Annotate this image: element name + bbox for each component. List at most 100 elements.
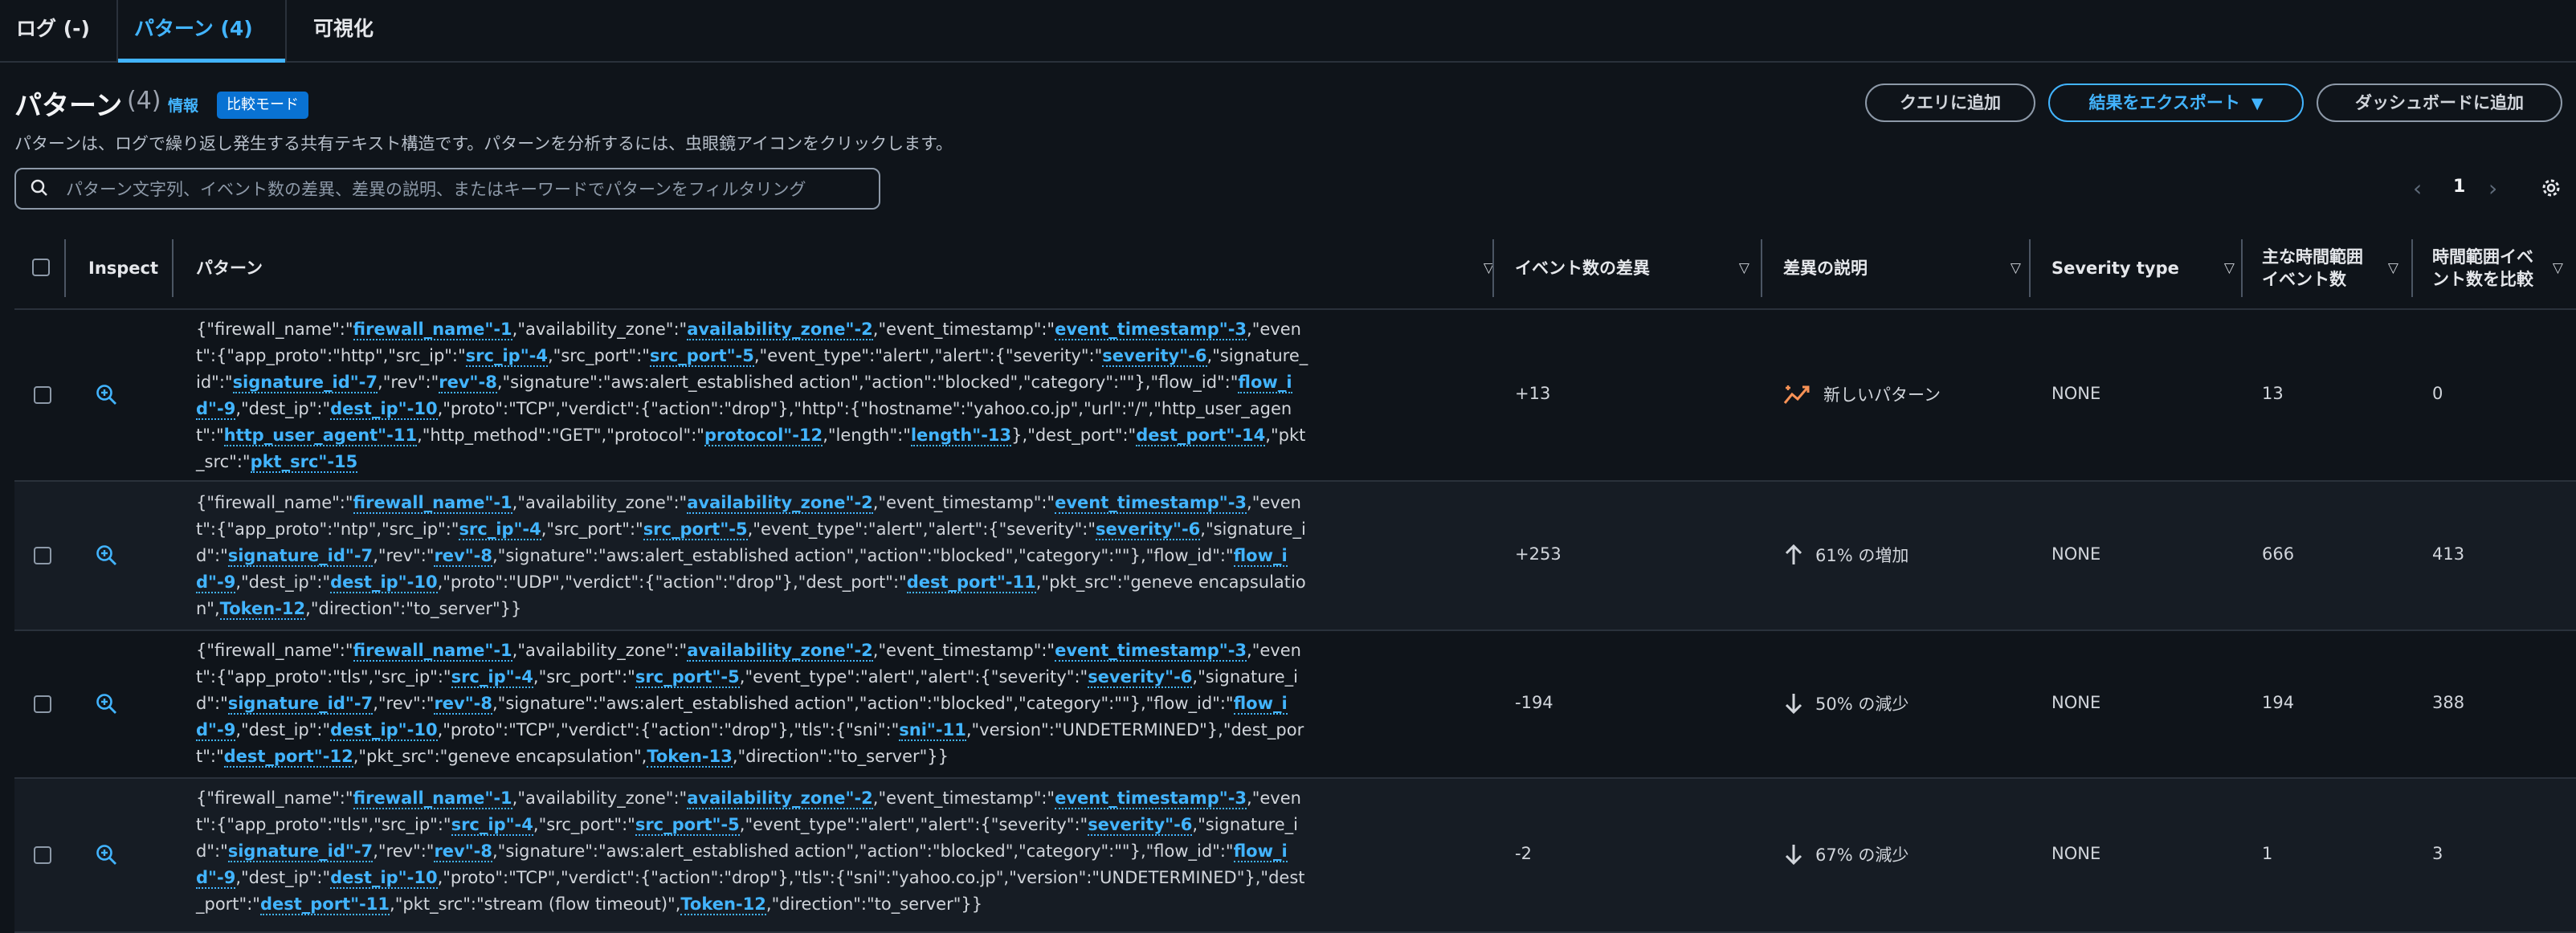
pattern-literal: ,"event_type":"alert","alert":{"severity…: [747, 519, 1096, 539]
pattern-token[interactable]: src_ip"-4: [465, 346, 548, 367]
export-results-button[interactable]: 結果をエクスポート ▼: [2048, 84, 2304, 122]
pattern-token[interactable]: rev"-8: [434, 694, 492, 715]
pattern-filter-input[interactable]: [64, 176, 871, 203]
pattern-literal: ,"rev":": [373, 546, 435, 565]
pattern-token[interactable]: src_port"-5: [649, 346, 754, 367]
pattern-literal: ,"rev":": [373, 841, 435, 861]
row-checkbox[interactable]: [34, 846, 51, 864]
pattern-literal: ,"signature":"aws:alert_established acti…: [496, 373, 1239, 392]
pattern-token[interactable]: pkt_src"-15: [250, 452, 358, 473]
pattern-token[interactable]: event_timestamp"-3: [1055, 641, 1247, 662]
gear-icon[interactable]: [2538, 175, 2564, 201]
pattern-literal: ,"event_timestamp":": [872, 641, 1055, 660]
pattern-token[interactable]: signature_id"-7: [227, 546, 374, 567]
pattern-token[interactable]: severity"-6: [1096, 519, 1201, 540]
sort-icon[interactable]: ▽: [2011, 260, 2021, 276]
pattern-token[interactable]: rev"-8: [439, 373, 497, 393]
inspect-magnifier-icon[interactable]: [95, 692, 119, 716]
pattern-token[interactable]: dest_ip"-10: [330, 868, 438, 889]
row-checkbox[interactable]: [34, 547, 51, 564]
pattern-text: {"firewall_name":"firewall_name"-1,"avai…: [196, 785, 1312, 918]
pattern-token[interactable]: severity"-6: [1088, 815, 1193, 836]
row-checkbox[interactable]: [34, 386, 51, 404]
add-to-dashboard-button[interactable]: ダッシュボードに追加: [2317, 84, 2562, 122]
pattern-token[interactable]: src_ip"-4: [451, 815, 533, 836]
pattern-token[interactable]: src_port"-5: [643, 519, 748, 540]
diff-description-label: 50% の減少: [1815, 695, 1909, 714]
pattern-token[interactable]: rev"-8: [434, 841, 492, 862]
new-pattern-icon: [1783, 385, 1810, 404]
pattern-token[interactable]: signature_id"-7: [227, 694, 374, 715]
pattern-literal: ,"proto":"TCP","verdict":{"action":"drop…: [437, 720, 900, 739]
inspect-magnifier-icon[interactable]: [95, 383, 119, 407]
column-diff-description[interactable]: 差異の説明 ▽: [1783, 228, 2034, 308]
tab-visualization[interactable]: 可視化: [297, 0, 402, 61]
column-divider: [172, 239, 174, 297]
pattern-token[interactable]: Token-13: [647, 747, 733, 768]
pattern-token[interactable]: availability_zone"-2: [687, 320, 873, 340]
pattern-token[interactable]: dest_ip"-10: [330, 720, 438, 741]
pattern-token[interactable]: length"-13: [910, 426, 1012, 446]
sort-icon[interactable]: ▽: [2224, 260, 2235, 276]
pattern-token[interactable]: dest_port"-12: [223, 747, 353, 768]
tab-patterns[interactable]: パターン (4): [116, 0, 287, 63]
column-pattern[interactable]: パターン ▽: [196, 228, 1507, 308]
column-compare-count[interactable]: 時間範囲イベント数を比較 ▽: [2411, 228, 2576, 308]
tab-logs[interactable]: ログ (-): [0, 0, 112, 61]
pattern-token[interactable]: event_timestamp"-3: [1055, 788, 1247, 809]
pattern-token[interactable]: src_port"-5: [635, 667, 740, 688]
info-link[interactable]: 情報: [168, 94, 198, 116]
column-event-diff[interactable]: イベント数の差異 ▽: [1515, 228, 1762, 308]
column-main-count[interactable]: 主な時間範囲イベント数 ▽: [2241, 228, 2411, 308]
pattern-token[interactable]: availability_zone"-2: [687, 493, 873, 514]
inspect-magnifier-icon[interactable]: [95, 843, 119, 867]
pattern-token[interactable]: firewall_name"-1: [353, 788, 512, 809]
pattern-literal: ,"dest_ip":": [235, 720, 331, 739]
pattern-token[interactable]: src_port"-5: [635, 815, 740, 836]
pattern-token[interactable]: Token-12: [680, 894, 766, 915]
pattern-token[interactable]: availability_zone"-2: [687, 788, 873, 809]
chevron-left-icon[interactable]: ‹: [2413, 175, 2422, 202]
pattern-literal: ,"direction":"to_server"}}: [765, 894, 983, 914]
current-page[interactable]: 1: [2453, 177, 2465, 197]
pattern-count: (4): [127, 87, 161, 115]
pattern-literal: ,"length":": [823, 426, 911, 445]
pattern-token[interactable]: event_timestamp"-3: [1055, 493, 1247, 514]
diff-description: 50% の減少: [1783, 691, 1909, 715]
pattern-token[interactable]: dest_ip"-10: [330, 572, 438, 593]
pattern-token[interactable]: signature_id"-7: [232, 373, 378, 393]
pattern-literal: {"firewall_name":": [196, 493, 353, 512]
pattern-token[interactable]: severity"-6: [1088, 667, 1193, 688]
pattern-token[interactable]: severity"-6: [1102, 346, 1207, 367]
table-row: {"firewall_name":"firewall_name"-1,"avai…: [14, 310, 2576, 482]
pattern-token[interactable]: protocol"-12: [704, 426, 823, 446]
column-severity[interactable]: Severity type ▽: [2051, 228, 2247, 308]
row-checkbox[interactable]: [34, 695, 51, 713]
pattern-token[interactable]: firewall_name"-1: [353, 641, 512, 662]
pattern-literal: ,"proto":"UDP","verdict":{"action":"drop…: [437, 572, 907, 592]
pattern-token[interactable]: src_ip"-4: [459, 519, 541, 540]
chevron-right-icon[interactable]: ›: [2488, 175, 2497, 202]
pattern-token[interactable]: dest_port"-14: [1136, 426, 1266, 446]
pattern-token[interactable]: http_user_agent"-11: [223, 426, 418, 446]
event-diff-value: -2: [1515, 844, 1532, 863]
pattern-token[interactable]: dest_port"-11: [259, 894, 390, 915]
sort-icon[interactable]: ▽: [1739, 260, 1749, 276]
pattern-token[interactable]: availability_zone"-2: [687, 641, 873, 662]
sort-icon[interactable]: ▽: [2388, 260, 2398, 276]
pattern-token[interactable]: dest_ip"-10: [330, 399, 438, 420]
pattern-token[interactable]: firewall_name"-1: [353, 493, 512, 514]
add-to-query-button[interactable]: クエリに追加: [1865, 84, 2035, 122]
pattern-token[interactable]: dest_port"-11: [906, 572, 1036, 593]
select-all-checkbox[interactable]: [32, 259, 50, 276]
sort-icon[interactable]: ▽: [2553, 260, 2563, 276]
pattern-token[interactable]: src_ip"-4: [451, 667, 533, 688]
pattern-literal: ,"rev":": [378, 373, 439, 392]
inspect-magnifier-icon[interactable]: [95, 544, 119, 568]
pattern-token[interactable]: signature_id"-7: [227, 841, 374, 862]
pattern-token[interactable]: rev"-8: [434, 546, 492, 567]
pattern-token[interactable]: sni"-11: [899, 720, 966, 741]
pattern-token[interactable]: Token-12: [219, 599, 306, 620]
pattern-token[interactable]: event_timestamp"-3: [1055, 320, 1247, 340]
pattern-token[interactable]: firewall_name"-1: [353, 320, 512, 340]
